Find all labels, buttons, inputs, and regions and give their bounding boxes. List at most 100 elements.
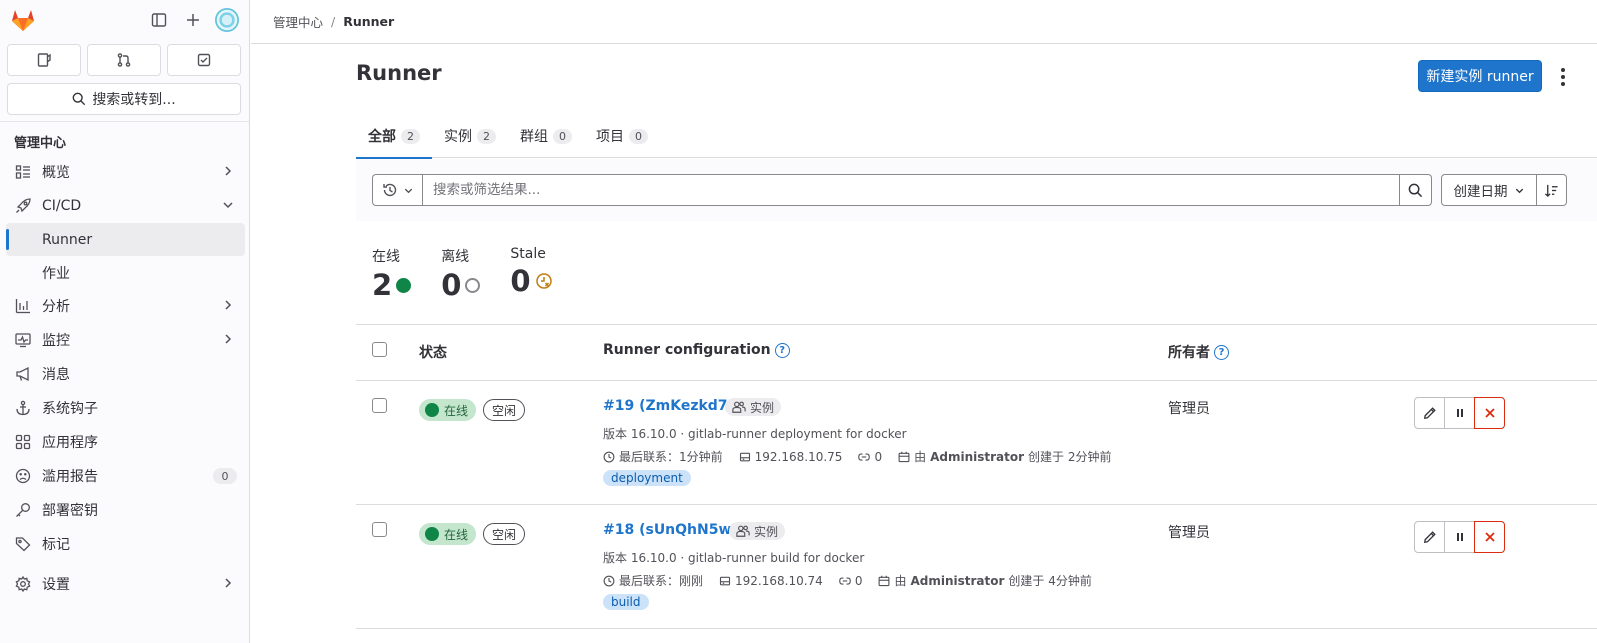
- todos-button[interactable]: [167, 44, 241, 76]
- pause-button[interactable]: [1444, 397, 1475, 429]
- pipeline-icon: [858, 452, 871, 461]
- filter-search-button[interactable]: [1400, 174, 1432, 206]
- plus-icon[interactable]: [181, 8, 205, 32]
- delete-button[interactable]: [1474, 397, 1505, 429]
- filter-search-input[interactable]: [422, 174, 1400, 206]
- stat-value: 0: [441, 268, 462, 302]
- gitlab-logo-icon[interactable]: [9, 6, 37, 34]
- tab-group[interactable]: 群组 0: [508, 114, 584, 158]
- sidebar-item-system-hooks[interactable]: 系统钩子: [0, 391, 249, 425]
- sidebar-item-analytics[interactable]: 分析: [0, 289, 249, 323]
- breadcrumb: 管理中心 / Runner: [251, 0, 1597, 44]
- pencil-icon: [1423, 407, 1436, 420]
- tab-count: 2: [401, 128, 420, 144]
- sidebar-item-runner[interactable]: Runner: [6, 223, 245, 256]
- delete-button[interactable]: [1474, 521, 1505, 553]
- help-icon[interactable]: ?: [1214, 344, 1229, 360]
- ip-address: 192.168.10.74: [735, 573, 823, 588]
- issues-icon: [37, 53, 51, 67]
- chevron-down-icon: [221, 198, 235, 216]
- created-time: 创建于 2分钟前: [1028, 450, 1112, 464]
- stale-clock-icon: [535, 272, 553, 290]
- sad-face-icon: [14, 467, 32, 485]
- runner-version: 版本 16.10.0 · gitlab-runner deployment fo…: [603, 427, 907, 441]
- runner-version: 版本 16.10.0 · gitlab-runner build for doc…: [603, 551, 865, 565]
- tab-project[interactable]: 项目 0: [584, 114, 660, 158]
- page-title: Runner: [356, 61, 442, 85]
- table-row: 在线 空闲 #19 (ZmKezkd7g) 实例 版本 16.10.0 · gi…: [356, 381, 1597, 505]
- pause-button[interactable]: [1444, 521, 1475, 553]
- issues-button[interactable]: [7, 44, 81, 76]
- sidebar-item-cicd[interactable]: CI/CD: [0, 189, 249, 223]
- runner-meta: 最后联系：1分钟前 192.168.10.75 0 由 Administrato…: [603, 448, 1122, 465]
- runner-link[interactable]: #18 (sUnQhN5wL): [603, 522, 747, 538]
- calendar-icon: [879, 575, 890, 586]
- sidebar-item-label: 系统钩子: [42, 401, 98, 417]
- online-status-icon: [425, 403, 439, 417]
- sidebar-toggle-icon[interactable]: [147, 8, 171, 32]
- sidebar-item-overview[interactable]: 概览: [0, 155, 249, 189]
- close-icon: [1484, 408, 1495, 418]
- sidebar-item-messages[interactable]: 消息: [0, 357, 249, 391]
- creator-name[interactable]: Administrator: [930, 450, 1024, 464]
- user-avatar[interactable]: [215, 8, 239, 32]
- runner-owner: 管理员: [1168, 525, 1210, 541]
- runner-tabs: 全部 2 实例 2 群组 0 项目 0: [356, 114, 1597, 159]
- runner-link[interactable]: #19 (ZmKezkd7g): [603, 398, 744, 414]
- stat-value: 0: [510, 264, 531, 298]
- sort-direction-button[interactable]: [1537, 174, 1567, 206]
- merge-request-icon: [117, 53, 131, 67]
- status-badge: 在线: [419, 523, 477, 545]
- sidebar-item-abuse-reports[interactable]: 滥用报告 0: [0, 459, 249, 493]
- breadcrumb-current[interactable]: Runner: [343, 14, 394, 29]
- select-all-checkbox[interactable]: [372, 342, 387, 357]
- new-instance-runner-button[interactable]: 新建实例 runner: [1418, 60, 1542, 92]
- search-button[interactable]: 搜索或转到...: [7, 83, 241, 115]
- stat-label: 在线: [372, 249, 400, 265]
- more-actions-icon[interactable]: [1561, 68, 1567, 86]
- edit-button[interactable]: [1414, 521, 1445, 553]
- todo-icon: [197, 53, 211, 67]
- column-status: 状态: [419, 345, 447, 361]
- search-icon: [72, 92, 86, 106]
- sort-label: 创建日期: [1453, 184, 1508, 200]
- help-icon[interactable]: ?: [774, 342, 790, 358]
- ip-address: 192.168.10.75: [754, 449, 843, 464]
- overview-icon: [14, 163, 32, 181]
- sidebar-item-jobs[interactable]: 作业: [0, 256, 249, 289]
- table-header: 状态 Runner configuration ? 所有者 ?: [356, 324, 1597, 381]
- stat-offline: 离线 0: [441, 246, 481, 302]
- offline-status-icon: [465, 277, 481, 293]
- sidebar-item-label: 应用程序: [42, 435, 98, 451]
- label-icon: [14, 535, 32, 553]
- sidebar-item-monitoring[interactable]: 监控: [0, 323, 249, 357]
- runner-tag: build: [603, 594, 649, 610]
- tab-instance[interactable]: 实例 2: [432, 114, 508, 158]
- recent-searches-button[interactable]: [372, 174, 422, 206]
- row-checkbox[interactable]: [372, 522, 387, 537]
- row-checkbox[interactable]: [372, 398, 387, 413]
- chevron-right-icon: [221, 298, 235, 316]
- history-icon: [382, 183, 396, 197]
- tab-all[interactable]: 全部 2: [356, 114, 432, 159]
- sidebar-item-labels[interactable]: 标记: [0, 527, 249, 561]
- edit-button[interactable]: [1414, 397, 1445, 429]
- row-actions: [1414, 521, 1505, 553]
- creator-name[interactable]: Administrator: [910, 574, 1004, 588]
- sidebar-item-settings[interactable]: 设置: [0, 567, 249, 601]
- sidebar-item-deploy-keys[interactable]: 部署密钥: [0, 493, 249, 527]
- column-owner: 所有者 ?: [1168, 342, 1229, 362]
- abuse-reports-count: 0: [213, 468, 237, 484]
- sidebar-item-applications[interactable]: 应用程序: [0, 425, 249, 459]
- users-icon: [736, 525, 750, 537]
- merge-requests-button[interactable]: [87, 44, 161, 76]
- sidebar: 搜索或转到... 管理中心 概览 CI/CD Runner 作业 分析 监控 消…: [0, 0, 250, 643]
- status-badge: 在线: [419, 399, 477, 421]
- job-count: 0: [854, 573, 863, 588]
- sidebar-item-label: 设置: [42, 577, 70, 593]
- sort-dropdown[interactable]: 创建日期: [1441, 174, 1537, 206]
- breadcrumb-admin-link[interactable]: 管理中心: [273, 12, 323, 31]
- sidebar-item-label: 标记: [42, 537, 70, 553]
- runner-type-badge: 实例: [725, 398, 782, 416]
- ip-address-icon: [719, 576, 731, 585]
